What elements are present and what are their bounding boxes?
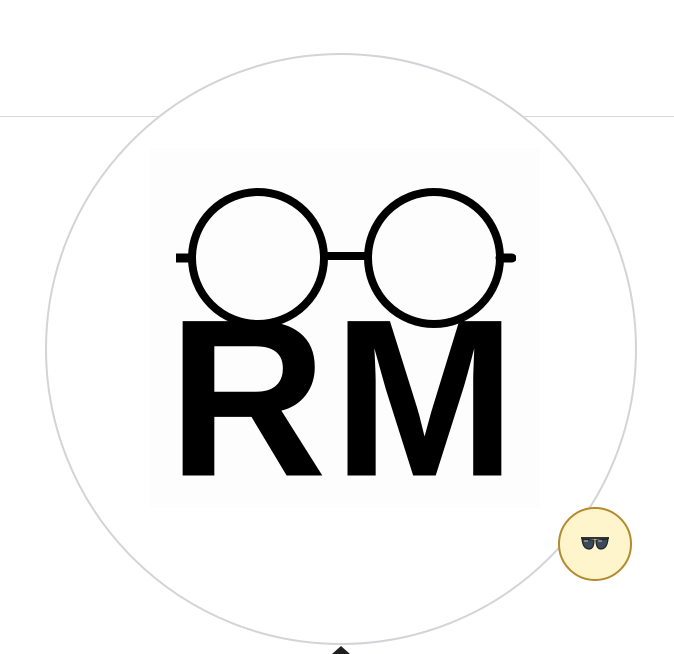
avatar-letters: RM — [167, 272, 523, 524]
status-badge[interactable] — [558, 507, 632, 581]
sunglasses-icon — [581, 537, 609, 550]
profile-avatar[interactable]: RM — [45, 53, 637, 645]
caret-up-icon — [332, 646, 350, 654]
avatar-logo: RM — [150, 148, 540, 524]
